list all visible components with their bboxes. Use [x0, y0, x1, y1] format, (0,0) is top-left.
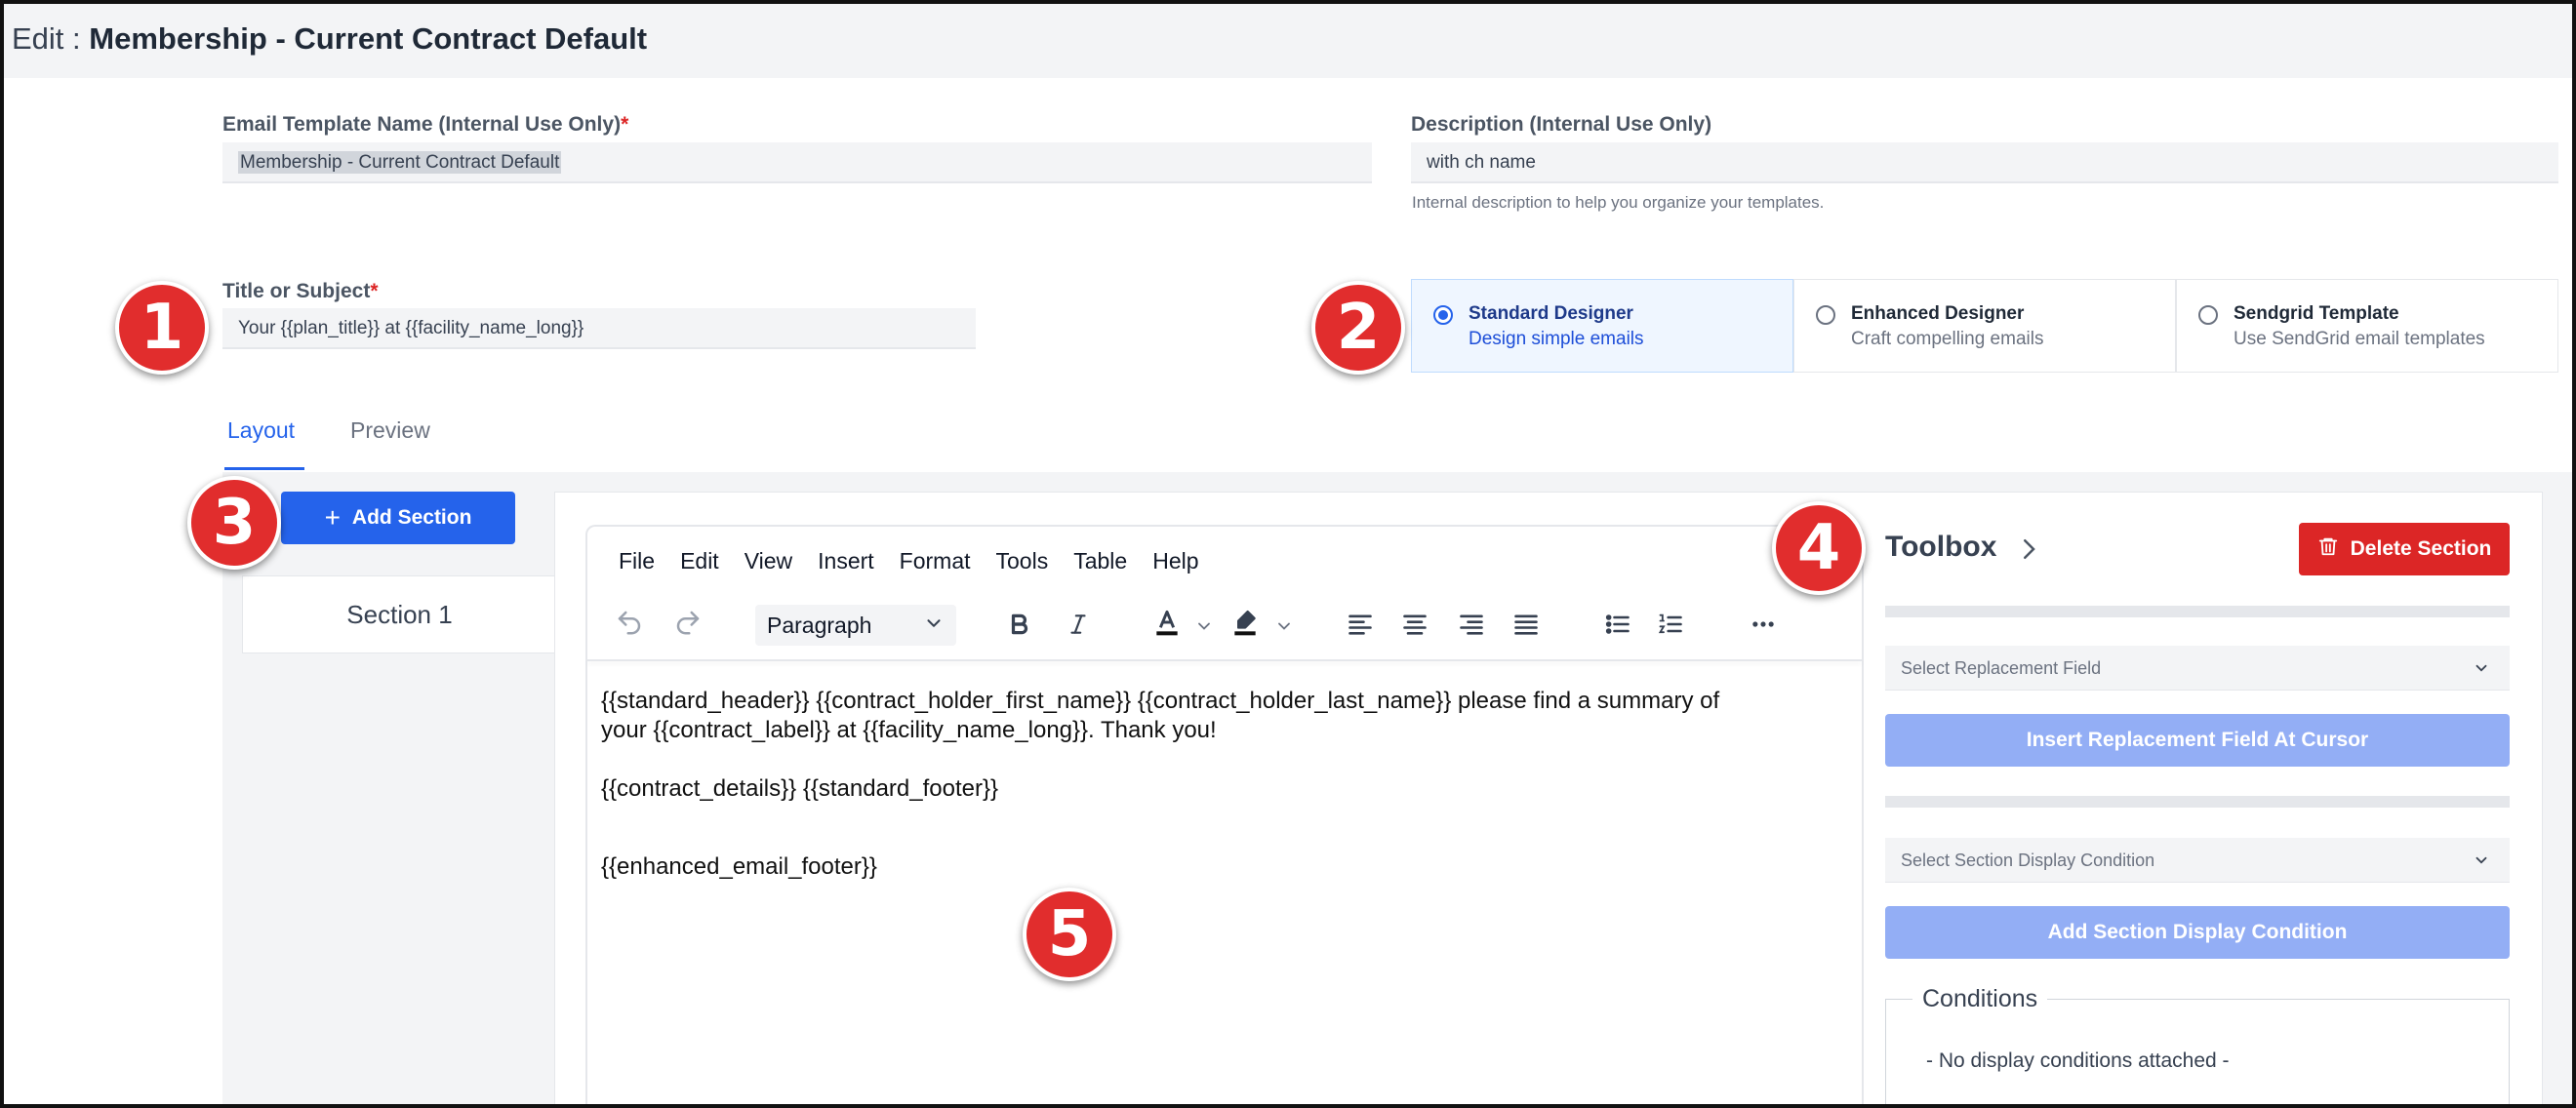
toolbox-title: Toolbox: [1885, 531, 1997, 563]
designer-option-subtitle: Design simple emails: [1469, 329, 1644, 349]
undo-icon[interactable]: [615, 607, 644, 638]
insert-replacement-field-button[interactable]: Insert Replacement Field At Cursor: [1885, 714, 2510, 767]
content-line: {{enhanced_email_footer}}: [601, 853, 877, 880]
block-format-value: Paragraph: [767, 613, 872, 638]
editor-content[interactable]: {{standard_header}} {{contract_holder_fi…: [601, 687, 1840, 882]
menu-tools[interactable]: Tools: [996, 548, 1049, 574]
template-name-label: Email Template Name (Internal Use Only)*: [222, 113, 629, 136]
replacement-field-placeholder: Select Replacement Field: [1901, 658, 2102, 678]
callout-badge: 1: [115, 281, 209, 375]
designer-option-enhanced[interactable]: Enhanced Designer Craft compelling email…: [1793, 279, 2176, 373]
italic-icon[interactable]: [1066, 609, 1091, 640]
callout-badge: 5: [1023, 888, 1116, 981]
description-input[interactable]: with ch name: [1411, 142, 2558, 183]
conditions-empty-text: - No display conditions attached -: [1926, 1049, 2230, 1072]
description-label: Description (Internal Use Only): [1411, 113, 1712, 136]
plus-icon: +: [324, 502, 341, 533]
callout-badge: 4: [1772, 501, 1866, 595]
tab-layout[interactable]: Layout: [227, 417, 295, 444]
active-tab-indicator: [224, 467, 304, 470]
menu-format[interactable]: Format: [900, 548, 971, 574]
conditions-title: Conditions: [1912, 985, 2048, 1013]
menu-help[interactable]: Help: [1152, 548, 1198, 574]
radio-icon[interactable]: [2198, 305, 2218, 325]
menu-file[interactable]: File: [619, 548, 655, 574]
subject-label: Title or Subject*: [222, 280, 379, 302]
section-condition-placeholder: Select Section Display Condition: [1901, 851, 2155, 870]
callout-badge: 3: [187, 476, 281, 570]
subject-input[interactable]: Your {{plan_title}} at {{facility_name_l…: [222, 308, 976, 349]
highlight-icon[interactable]: [1229, 607, 1261, 638]
justify-icon[interactable]: [1512, 609, 1540, 640]
more-icon[interactable]: [1749, 609, 1778, 640]
redo-icon[interactable]: [673, 607, 703, 638]
chevron-down-icon[interactable]: [1274, 611, 1294, 642]
radio-selected-icon[interactable]: [1433, 305, 1453, 325]
add-section-label: Add Section: [351, 506, 472, 529]
bullet-list-icon[interactable]: [1604, 609, 1631, 640]
content-line: {{contract_details}} {{standard_footer}}: [601, 775, 999, 802]
align-center-icon[interactable]: [1401, 609, 1429, 640]
template-name-input[interactable]: Membership - Current Contract Default: [222, 142, 1372, 183]
align-left-icon[interactable]: [1347, 609, 1374, 640]
radio-icon[interactable]: [1816, 305, 1835, 325]
designer-selector: Standard Designer Design simple emails E…: [1411, 279, 2558, 373]
description-help: Internal description to help you organiz…: [1412, 193, 1825, 212]
menu-insert[interactable]: Insert: [818, 548, 874, 574]
toolbox-divider: [1885, 796, 2510, 808]
menu-view[interactable]: View: [745, 548, 792, 574]
add-section-condition-button[interactable]: Add Section Display Condition: [1885, 906, 2510, 959]
chevron-down-icon: [2473, 659, 2490, 682]
chevron-down-icon: [923, 613, 945, 640]
replacement-field-select[interactable]: Select Replacement Field: [1885, 646, 2510, 691]
menu-edit[interactable]: Edit: [680, 548, 719, 574]
numbered-list-icon[interactable]: [1657, 609, 1684, 640]
tab-preview[interactable]: Preview: [350, 417, 430, 444]
app-window: Edit : Membership - Current Contract Def…: [0, 0, 2576, 1108]
chevron-down-icon: [2473, 851, 2490, 874]
designer-option-subtitle: Use SendGrid email templates: [2234, 329, 2485, 349]
designer-option-standard[interactable]: Standard Designer Design simple emails: [1411, 279, 1793, 373]
trash-icon: [2317, 534, 2339, 564]
callout-badge: 2: [1311, 281, 1405, 375]
page-title: Edit : Membership - Current Contract Def…: [12, 21, 648, 56]
chevron-down-icon[interactable]: [1194, 611, 1214, 642]
page-header: Edit : Membership - Current Contract Def…: [4, 4, 2572, 78]
designer-option-sendgrid[interactable]: Sendgrid Template Use SendGrid email tem…: [2176, 279, 2558, 373]
bold-icon[interactable]: [1007, 609, 1032, 640]
editor-menubar: File Edit View Insert Format Tools Table…: [619, 548, 1199, 574]
content-line: {{standard_header}} {{contract_holder_fi…: [601, 688, 1720, 714]
delete-section-label: Delete Section: [2350, 537, 2492, 560]
toolbox-divider: [1885, 606, 2510, 617]
block-format-select[interactable]: Paragraph: [755, 605, 956, 646]
chevron-right-icon[interactable]: [2014, 534, 2043, 569]
designer-option-title: Sendgrid Template: [2234, 303, 2399, 324]
text-color-icon[interactable]: [1151, 607, 1183, 638]
add-section-button[interactable]: + Add Section: [281, 492, 515, 544]
section-condition-select[interactable]: Select Section Display Condition: [1885, 838, 2510, 883]
designer-option-title: Standard Designer: [1469, 303, 1633, 324]
toolbar-divider: [587, 659, 1862, 661]
section-list-item[interactable]: Section 1: [242, 575, 556, 653]
menu-table[interactable]: Table: [1073, 548, 1127, 574]
delete-section-button[interactable]: Delete Section: [2299, 523, 2510, 575]
align-right-icon[interactable]: [1458, 609, 1485, 640]
designer-option-title: Enhanced Designer: [1851, 303, 2025, 324]
content-line: your {{contract_label}} at {{facility_na…: [601, 717, 1217, 743]
designer-option-subtitle: Craft compelling emails: [1851, 329, 2044, 349]
